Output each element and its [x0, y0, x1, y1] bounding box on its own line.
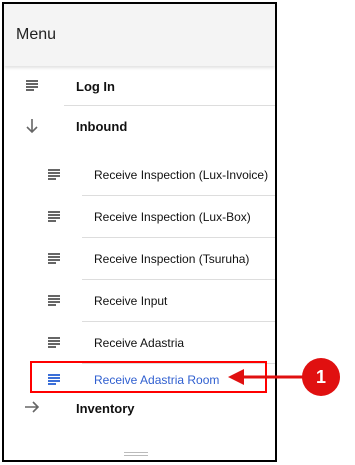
- menu-item-log-in[interactable]: Log In: [4, 66, 275, 106]
- menu-item-label: Receive Inspection (Tsuruha): [94, 252, 250, 266]
- menu-panel: Menu Log In Inbound Receive Inspection (…: [2, 2, 277, 462]
- arrow-right-icon: [25, 401, 40, 413]
- menu-list: Log In Inbound Receive Inspection (Lux-I…: [4, 66, 275, 460]
- menu-item-receive-inspection-tsuruha[interactable]: Receive Inspection (Tsuruha): [4, 238, 275, 280]
- drag-handle[interactable]: [124, 452, 148, 456]
- menu-item-receive-input[interactable]: Receive Input: [4, 280, 275, 322]
- menu-item-label: Receive Adastria Room: [94, 373, 220, 387]
- lines-icon: [48, 169, 60, 180]
- menu-item-inventory[interactable]: Inventory: [4, 388, 275, 428]
- callout-badge: 1: [302, 358, 340, 396]
- menu-item-receive-inspection-lux-invoice[interactable]: Receive Inspection (Lux-Invoice): [4, 154, 275, 196]
- menu-item-label: Log In: [76, 78, 115, 94]
- menu-header: Menu: [4, 4, 275, 66]
- menu-item-label: Inbound: [76, 118, 128, 134]
- menu-item-label: Receive Adastria: [94, 336, 185, 350]
- menu-item-label: Receive Inspection (Lux-Box): [94, 210, 251, 224]
- lines-icon: [48, 337, 60, 348]
- menu-item-label: Receive Inspection (Lux-Invoice): [94, 168, 269, 182]
- arrow-down-icon: [26, 119, 38, 134]
- lines-icon: [48, 295, 60, 306]
- menu-title: Menu: [16, 26, 57, 43]
- lines-icon: [48, 253, 60, 264]
- lines-icon: [26, 80, 38, 91]
- callout-number: 1: [315, 366, 326, 387]
- menu-item-label: Inventory: [76, 400, 135, 416]
- menu-item-label: Receive Input: [94, 294, 168, 308]
- lines-icon: [48, 374, 60, 385]
- menu-item-inbound[interactable]: Inbound: [4, 106, 275, 146]
- callout-arrow-icon: [228, 369, 304, 385]
- lines-icon: [48, 211, 60, 222]
- menu-item-receive-inspection-lux-box[interactable]: Receive Inspection (Lux-Box): [4, 196, 275, 238]
- menu-item-receive-adastria[interactable]: Receive Adastria: [4, 322, 275, 364]
